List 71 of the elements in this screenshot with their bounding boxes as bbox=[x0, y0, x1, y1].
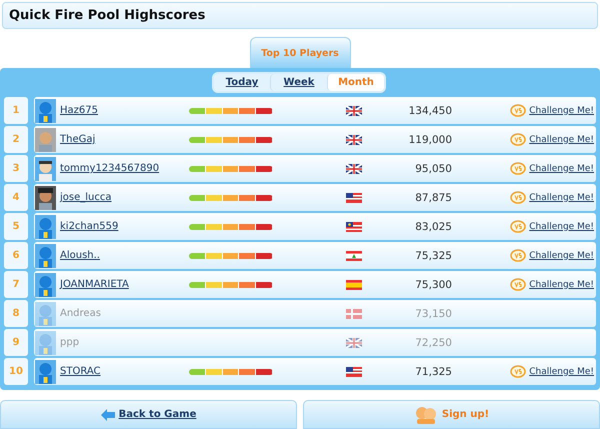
versus-icon bbox=[510, 365, 526, 378]
flag-icon bbox=[346, 134, 362, 144]
avatar-icon bbox=[35, 186, 56, 210]
flag-icon bbox=[346, 366, 362, 376]
player-score: 75,300 bbox=[414, 278, 452, 290]
avatar-icon bbox=[35, 272, 56, 296]
avatar-icon bbox=[35, 156, 56, 180]
flag-icon bbox=[346, 164, 362, 174]
avatar-icon bbox=[35, 98, 56, 122]
player-score: 134,450 bbox=[408, 104, 452, 116]
back-arrow-icon bbox=[100, 408, 115, 420]
rank-number: 10 bbox=[4, 358, 28, 385]
flag-icon bbox=[346, 280, 362, 290]
page-title: Quick Fire Pool Highscores bbox=[2, 2, 598, 29]
player-score: 83,025 bbox=[414, 220, 452, 232]
rank-number: 2 bbox=[4, 126, 28, 153]
flag-icon bbox=[346, 308, 362, 318]
versus-icon bbox=[510, 220, 526, 233]
player-name: ppp bbox=[60, 337, 80, 348]
player-score: 75,325 bbox=[414, 250, 452, 262]
versus-icon bbox=[510, 133, 526, 146]
versus-icon bbox=[510, 104, 526, 117]
challenge-link[interactable]: Challenge Me! bbox=[510, 162, 594, 175]
rank-number: 1 bbox=[4, 97, 28, 124]
rank-number: 8 bbox=[4, 300, 28, 327]
rank-number: 5 bbox=[4, 213, 28, 240]
versus-icon bbox=[510, 191, 526, 204]
avatar-icon bbox=[35, 360, 56, 384]
challenge-link[interactable]: Challenge Me! bbox=[510, 220, 594, 233]
challenge-link[interactable]: Challenge Me! bbox=[510, 365, 594, 378]
player-name[interactable]: TheGaj bbox=[60, 134, 168, 145]
rank-number: 3 bbox=[4, 155, 28, 182]
player-score: 87,875 bbox=[414, 192, 452, 204]
flag-icon bbox=[346, 338, 362, 348]
rank-number: 9 bbox=[4, 329, 28, 356]
player-name[interactable]: STORAC bbox=[60, 366, 168, 377]
rank-number: 7 bbox=[4, 271, 28, 298]
avatar-icon bbox=[35, 244, 56, 268]
challenge-link[interactable]: Challenge Me! bbox=[510, 278, 594, 291]
versus-icon bbox=[510, 278, 526, 291]
flag-icon bbox=[346, 192, 362, 202]
player-name[interactable]: tommy1234567890 bbox=[60, 163, 168, 174]
challenge-link[interactable]: Challenge Me! bbox=[510, 249, 594, 262]
versus-icon bbox=[510, 249, 526, 262]
player-name[interactable]: ki2chan559 bbox=[60, 221, 168, 232]
player-name[interactable]: Haz675 bbox=[60, 105, 168, 116]
rank-number: 4 bbox=[4, 184, 28, 211]
player-score: 119,000 bbox=[408, 134, 452, 146]
rank-number: 6 bbox=[4, 242, 28, 269]
avatar-icon bbox=[35, 330, 56, 354]
versus-icon bbox=[510, 162, 526, 175]
challenge-link[interactable]: Challenge Me! bbox=[510, 133, 594, 146]
avatar-icon bbox=[35, 214, 56, 238]
player-score: 95,050 bbox=[414, 162, 452, 174]
player-name: Andreas bbox=[60, 308, 102, 319]
player-score: 72,250 bbox=[414, 336, 452, 348]
player-name[interactable]: Aloush.. bbox=[60, 250, 168, 261]
flag-icon bbox=[346, 106, 362, 116]
avatar-icon bbox=[35, 302, 56, 326]
avatar-icon bbox=[35, 128, 56, 152]
player-name[interactable]: jose_lucca bbox=[60, 192, 168, 203]
back-button[interactable]: Back to Game bbox=[0, 400, 297, 429]
challenge-link[interactable]: Challenge Me! bbox=[510, 104, 594, 117]
player-name[interactable]: JOANMARIETA bbox=[60, 279, 168, 290]
people-icon bbox=[414, 406, 438, 424]
flag-icon bbox=[346, 250, 362, 260]
challenge-link[interactable]: Challenge Me! bbox=[510, 191, 594, 204]
player-score: 73,150 bbox=[414, 308, 452, 320]
period-tab[interactable]: Today bbox=[214, 74, 270, 91]
player-score: 71,325 bbox=[414, 366, 452, 378]
flag-icon bbox=[346, 222, 362, 232]
